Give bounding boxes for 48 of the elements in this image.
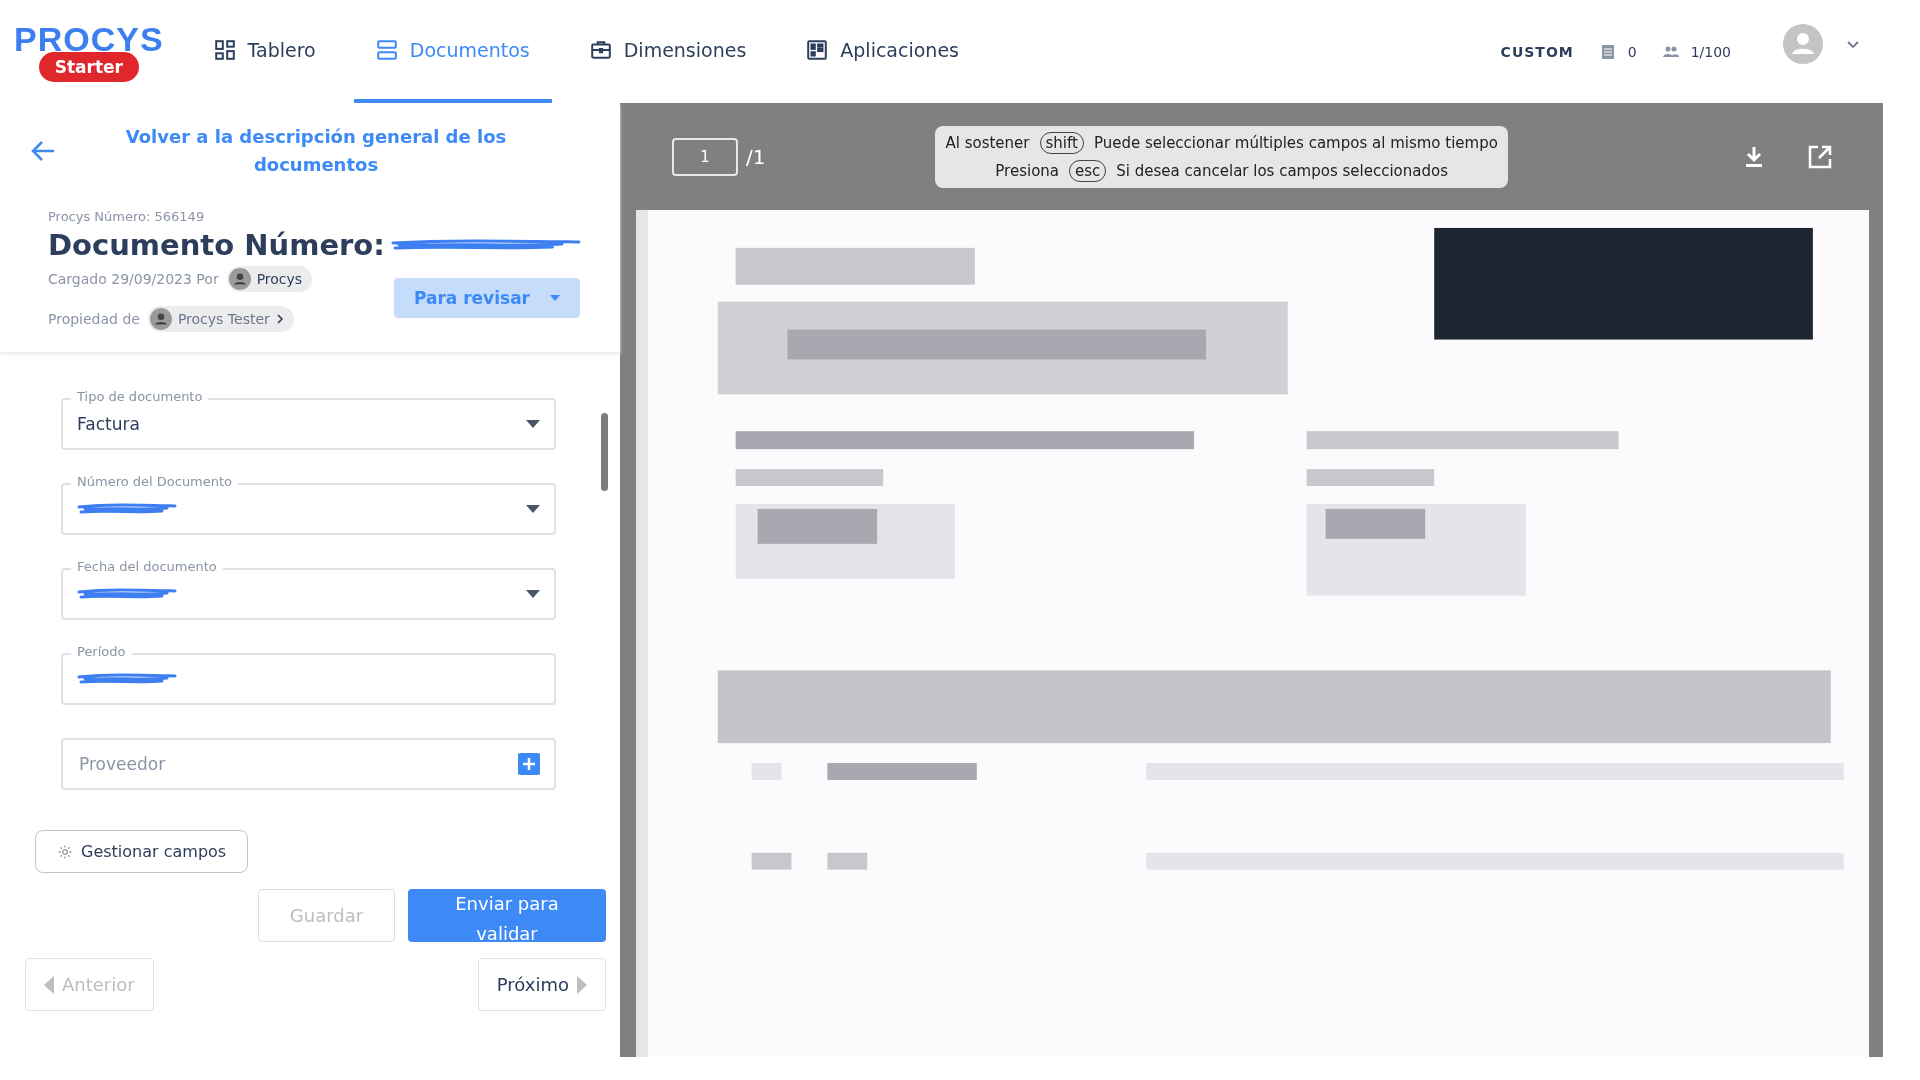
user-count: 1/100 — [1690, 43, 1731, 60]
caret-icon — [550, 295, 560, 301]
hint-text: Presiona — [995, 161, 1060, 180]
back-link[interactable]: Volver a la descripción general de los documentos — [56, 123, 606, 179]
hint-text: Si desea cancelar los campos seleccionados — [1116, 161, 1448, 180]
document-count: 0 — [1627, 43, 1637, 60]
apps-icon — [806, 38, 829, 61]
procys-number: Procys Número: 566149 — [48, 209, 206, 224]
rows-icon — [375, 38, 398, 61]
hint-text: Al sostener — [945, 133, 1030, 152]
status-dropdown[interactable]: Para revisar — [393, 278, 580, 318]
caret-icon — [526, 505, 540, 513]
upload-info: Cargado 29/09/2023 Por — [48, 271, 219, 287]
triangle-right-icon — [577, 975, 587, 994]
submit-button[interactable]: Enviar para validar — [408, 889, 606, 942]
settings-icon — [57, 843, 73, 860]
hint-text: Puede seleccionar múltiples campos al mismo tiempo — [1093, 133, 1498, 152]
plan-label: CUSTOM — [1500, 43, 1574, 60]
input-field[interactable]: Proveedor — [61, 738, 556, 790]
scrollbar[interactable] — [601, 413, 608, 491]
document-icon — [1599, 43, 1616, 60]
field-label: Fecha del documento — [71, 560, 223, 574]
nav-tab[interactable]: Documentos — [353, 0, 552, 103]
grid-icon — [213, 38, 236, 61]
field-label: Tipo de documento — [71, 390, 209, 404]
nav-tab[interactable]: Dimensiones — [567, 0, 769, 103]
open-external-icon[interactable] — [1807, 143, 1833, 170]
chevron-right-icon — [275, 314, 284, 324]
uploader-chip: Procys — [226, 266, 313, 292]
caret-icon — [526, 420, 540, 428]
plus-icon[interactable] — [518, 753, 540, 775]
caret-icon — [526, 590, 540, 598]
user-icon — [228, 268, 251, 290]
nav-tab[interactable]: Aplicaciones — [784, 0, 981, 103]
document-title: Documento Número: — [48, 228, 385, 262]
next-button[interactable]: Próximo — [477, 958, 606, 1011]
plan-badge: Starter — [38, 51, 139, 82]
page-total: /1 — [746, 144, 766, 169]
manage-fields-button[interactable]: Gestionar campos — [35, 830, 249, 873]
user-icon — [149, 308, 172, 330]
owner-label: Propiedad de — [48, 311, 140, 327]
field-label: Número del Documento — [71, 475, 239, 489]
briefcase-icon — [589, 38, 612, 61]
field-label: Período — [71, 645, 132, 659]
triangle-left-icon — [44, 975, 54, 994]
nav-tab[interactable]: Tablero — [191, 0, 338, 103]
page-number-field[interactable]: 1 — [672, 137, 738, 176]
owner-chip[interactable]: Procys Tester — [147, 306, 294, 332]
